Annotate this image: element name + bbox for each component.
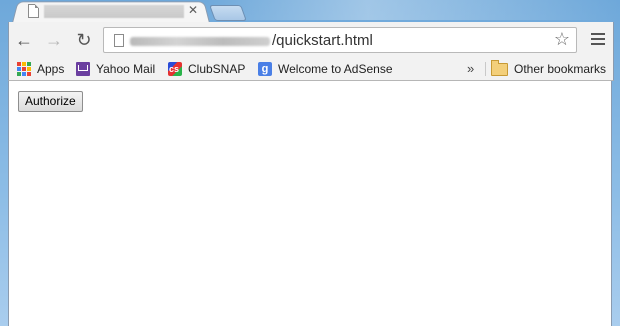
bookmarks-overflow-button[interactable]: » <box>467 61 474 76</box>
tab-title-redacted <box>44 5 184 18</box>
page-icon <box>28 4 39 18</box>
apps-grid-icon <box>17 62 31 76</box>
bookmarks-divider <box>485 62 486 76</box>
close-icon[interactable]: ✕ <box>188 3 198 17</box>
address-bar[interactable]: /quickstart.html ☆ <box>103 27 577 53</box>
star-icon[interactable]: ☆ <box>554 29 570 50</box>
arrow-left-icon: ← <box>15 30 33 50</box>
active-tab-content: ✕ <box>22 2 202 20</box>
url-redacted-portion <box>130 37 270 46</box>
arrow-right-icon: → <box>45 30 63 50</box>
bookmark-yahoo-mail[interactable]: Yahoo Mail <box>76 61 155 77</box>
authorize-button[interactable]: Authorize <box>18 91 83 112</box>
bookmark-clubsnap[interactable]: ClubSNAP <box>168 61 245 77</box>
page-content: Authorize <box>8 81 612 326</box>
bookmarks-bar: Apps Yahoo Mail ClubSNAP g Welcome to Ad… <box>8 58 614 81</box>
hamburger-menu-icon[interactable] <box>591 33 605 45</box>
bookmark-apps[interactable]: Apps <box>17 61 64 77</box>
bookmark-adsense[interactable]: g Welcome to AdSense <box>258 61 393 77</box>
toolbar: ← → ↻ /quickstart.html ☆ <box>8 22 614 58</box>
other-bookmarks-label: Other bookmarks <box>514 62 607 76</box>
google-icon: g <box>258 62 272 76</box>
other-bookmarks[interactable]: Other bookmarks <box>491 59 607 77</box>
bookmark-label: Welcome to AdSense <box>278 62 393 76</box>
mail-envelope-icon <box>76 62 90 76</box>
page-icon <box>114 34 124 47</box>
reload-icon: ↻ <box>76 30 92 50</box>
new-tab-button[interactable] <box>209 5 247 21</box>
back-button[interactable]: ← <box>13 29 35 51</box>
forward-button[interactable]: → <box>43 29 65 51</box>
bookmark-label: Yahoo Mail <box>96 62 156 76</box>
reload-button[interactable]: ↻ <box>73 29 95 51</box>
bookmark-label: Apps <box>37 62 65 76</box>
url-text: /quickstart.html <box>272 32 373 49</box>
folder-icon <box>491 59 508 76</box>
clubsnap-icon <box>168 62 182 76</box>
bookmark-label: ClubSNAP <box>188 62 246 76</box>
